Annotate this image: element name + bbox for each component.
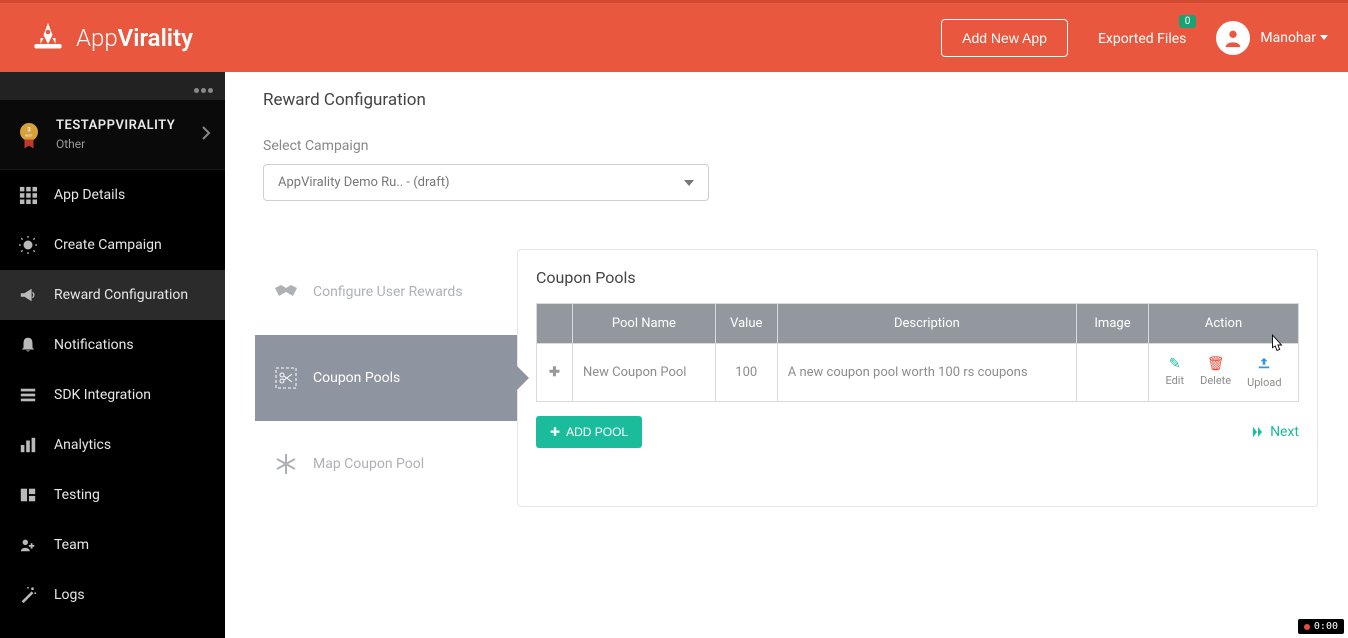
upload-action[interactable]: Upload	[1247, 356, 1281, 389]
user-menu[interactable]: Manohar	[1216, 21, 1328, 55]
sidebar-item-notifications[interactable]: Notifications	[0, 320, 225, 370]
add-pool-button[interactable]: ✚ ADD POOL	[536, 416, 642, 448]
bell-icon	[18, 335, 38, 355]
list-icon	[18, 385, 38, 405]
layout-icon	[18, 485, 38, 505]
sidebar-item-create-campaign[interactable]: Create Campaign	[0, 220, 225, 270]
wizard-step-coupon-pools[interactable]: Coupon Pools	[255, 335, 517, 421]
sidebar-item-app-details[interactable]: App Details	[0, 170, 225, 220]
exported-files-badge: 0	[1179, 15, 1197, 28]
sidebar-item-analytics[interactable]: Analytics	[0, 420, 225, 470]
wizard-step-label: Map Coupon Pool	[313, 456, 424, 472]
sidebar-item-label: Analytics	[54, 437, 111, 453]
sidebar-item-label: Logs	[54, 587, 85, 603]
team-icon	[18, 535, 38, 555]
rocket-icon	[30, 20, 66, 56]
edit-action[interactable]: ✎ Edit	[1165, 356, 1184, 389]
panel-title: Coupon Pools	[536, 268, 1299, 287]
row-expand[interactable]: ✚	[537, 344, 573, 402]
wizard-step-label: Coupon Pools	[313, 370, 400, 386]
coupon-pools-panel: Coupon Pools Pool Name Value Description…	[517, 249, 1318, 507]
select-campaign-dropdown[interactable]: AppVirality Demo Ru.. - (draft)	[263, 164, 709, 201]
plus-icon: ✚	[550, 425, 560, 439]
wizard-step-label: Configure User Rewards	[313, 284, 463, 300]
grid-icon	[18, 185, 38, 205]
chart-icon	[18, 435, 38, 455]
sidebar-item-logs[interactable]: Logs	[0, 570, 225, 620]
wand-icon	[18, 585, 38, 605]
snowflake-icon	[273, 451, 299, 477]
page-title: Reward Configuration	[255, 90, 1318, 110]
medal-icon: 3 BEST	[14, 120, 44, 150]
coupon-pools-table: Pool Name Value Description Image Action…	[536, 303, 1299, 402]
sidebar-collapse-handle[interactable]	[0, 72, 225, 100]
forward-icon	[1252, 426, 1264, 438]
record-icon	[1304, 624, 1310, 630]
app-title: TESTAPPVIRALITY	[56, 118, 189, 133]
select-campaign-label: Select Campaign	[263, 138, 1318, 154]
sidebar-item-label: App Details	[54, 187, 125, 203]
add-new-app-button[interactable]: Add New App	[941, 19, 1068, 57]
exported-files-link[interactable]: Exported Files 0	[1098, 28, 1186, 47]
status-bar: 0:00	[1298, 619, 1344, 634]
wizard-steps: Configure User Rewards Coupon Pools Map …	[255, 249, 517, 507]
plus-icon: ✚	[549, 365, 560, 380]
sidebar-item-reward-configuration[interactable]: Reward Configuration	[0, 270, 225, 320]
lightbulb-icon	[18, 235, 38, 255]
wizard-step-configure-rewards[interactable]: Configure User Rewards	[255, 249, 517, 335]
sidebar-item-team[interactable]: Team	[0, 520, 225, 570]
sidebar-item-label: Testing	[54, 487, 100, 503]
main-content: Reward Configuration Select Campaign App…	[225, 72, 1348, 638]
megaphone-icon	[18, 285, 38, 305]
chevron-right-icon	[201, 125, 211, 144]
upload-icon	[1247, 356, 1281, 374]
header: AppVirality Add New App Exported Files 0…	[0, 0, 1348, 72]
delete-action[interactable]: 🗑 Delete	[1200, 356, 1231, 389]
app-logo[interactable]: AppVirality	[30, 20, 941, 56]
scissors-icon	[273, 365, 299, 391]
table-row: ✚ New Coupon Pool 100 A new coupon pool …	[537, 344, 1299, 402]
app-selector[interactable]: 3 BEST TESTAPPVIRALITY Other	[0, 100, 225, 170]
svg-text:BEST: BEST	[25, 133, 32, 137]
sidebar-item-label: Notifications	[54, 337, 134, 353]
sidebar-item-label: SDK Integration	[54, 387, 151, 403]
trash-icon: 🗑	[1200, 356, 1231, 372]
wizard-step-map-pool[interactable]: Map Coupon Pool	[255, 421, 517, 507]
handshake-icon	[273, 279, 299, 305]
chevron-down-icon	[684, 180, 694, 186]
sidebar-item-testing[interactable]: Testing	[0, 470, 225, 520]
sidebar-item-label: Create Campaign	[54, 237, 162, 253]
sidebar-item-label: Reward Configuration	[54, 287, 188, 303]
sidebar: 3 BEST TESTAPPVIRALITY Other App Details…	[0, 72, 225, 638]
edit-icon: ✎	[1165, 356, 1184, 372]
next-button[interactable]: Next	[1252, 424, 1299, 440]
svg-text:3: 3	[27, 126, 31, 133]
app-subtitle: Other	[56, 137, 189, 151]
avatar-icon	[1216, 21, 1250, 55]
sidebar-item-sdk-integration[interactable]: SDK Integration	[0, 370, 225, 420]
sidebar-item-label: Team	[54, 537, 89, 553]
